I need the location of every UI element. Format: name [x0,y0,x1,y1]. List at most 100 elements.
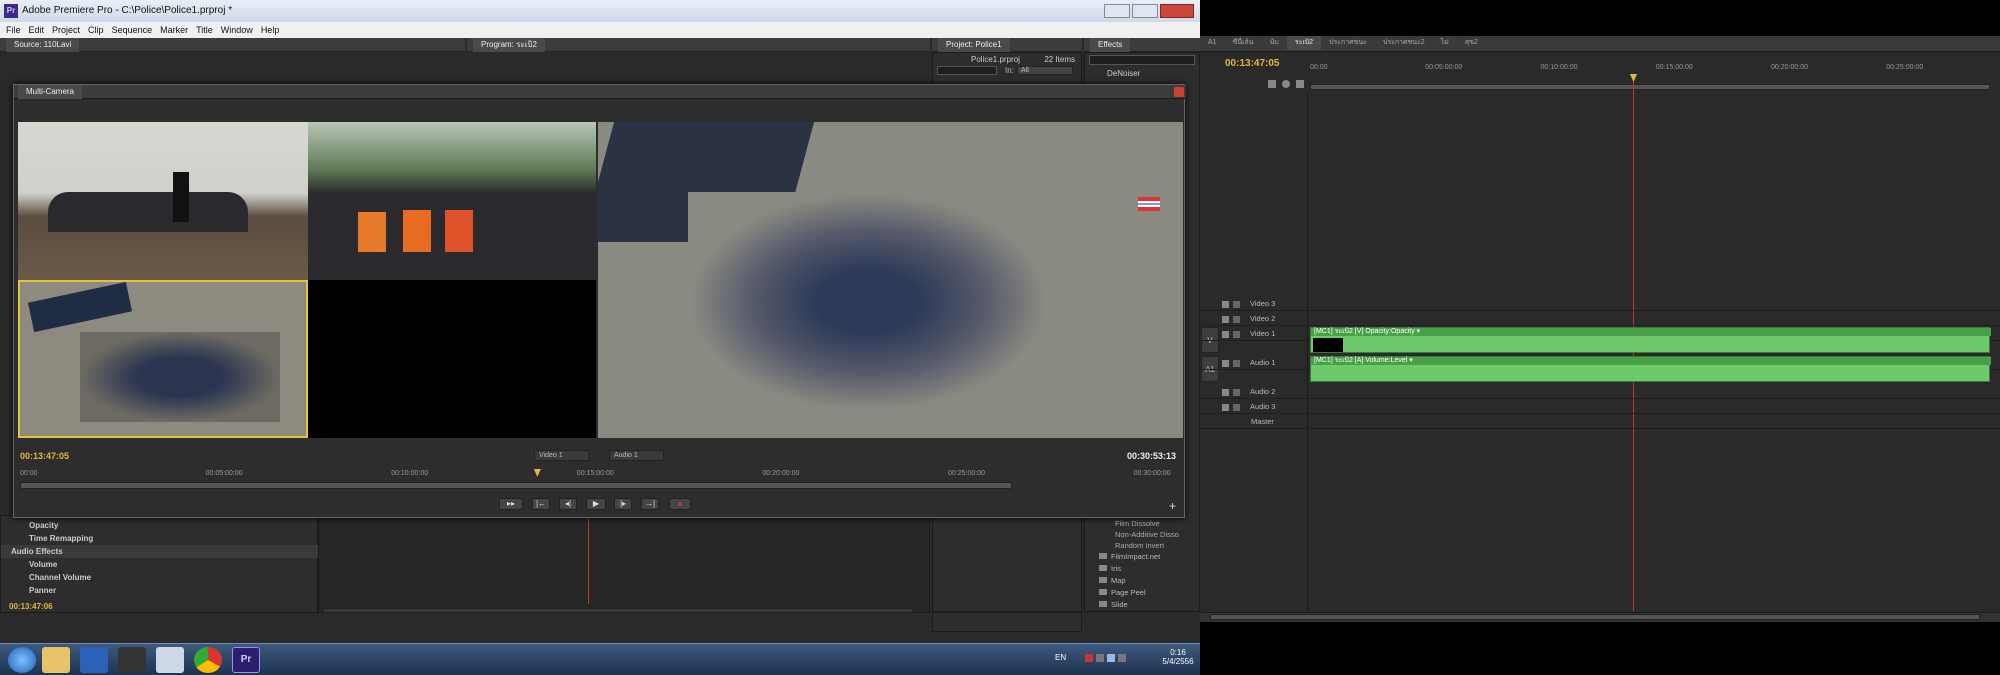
clock[interactable]: 0:16 5/4/2556 [1160,648,1196,666]
network-icon[interactable] [1096,653,1104,662]
menu-item-help[interactable]: Help [261,25,280,35]
menu-item-edit[interactable]: Edit [29,25,45,35]
effect-folder[interactable]: FilmImpact.net [1085,551,1200,563]
camera-1-view[interactable] [18,122,308,280]
volume-icon[interactable] [1107,653,1115,662]
effect-controls-playhead[interactable] [588,516,589,604]
video-track-select[interactable]: Video 1 [534,450,589,461]
tab-project[interactable]: Project: Police1 [938,38,1010,52]
tab-source[interactable]: Source: 110Lavi [6,38,80,52]
effects-search-input[interactable] [1089,55,1195,65]
lock-icon[interactable] [1233,315,1240,323]
effect-item[interactable]: Film Dissolve [1085,518,1200,529]
lock-icon[interactable] [1233,330,1240,338]
effect-control-row[interactable]: Channel Volume [1,571,329,584]
timeline-tab[interactable]: ประกาศชนะ2 [1375,36,1433,50]
effect-folder[interactable]: Map [1085,575,1200,587]
effects-denoiser[interactable]: DeNoiser [1107,69,1140,78]
media-player-icon[interactable] [118,647,146,673]
camera-3-view-active[interactable] [18,280,308,438]
timeline-timecode[interactable]: 00:13:47:05 [1225,58,1279,69]
speaker-icon[interactable] [1222,388,1229,396]
step-back-button[interactable]: ◂| [559,498,577,510]
timeline-tab[interactable]: สุข2 [1457,36,1486,50]
menu-item-marker[interactable]: Marker [160,25,188,35]
play-button[interactable]: ▶ [586,498,606,510]
document-icon[interactable] [156,647,184,673]
timeline-work-area-bar[interactable] [1310,84,1990,90]
effect-control-row[interactable]: Time Remapping [1,532,329,545]
project-search-input[interactable] [937,66,997,75]
close-button[interactable] [1160,4,1194,18]
timeline-tab[interactable]: ประกาศชนะ [1321,36,1375,50]
tab-multi-camera[interactable]: Multi-Camera [18,85,83,99]
add-marker-icon[interactable] [1282,80,1290,88]
menu-item-title[interactable]: Title [196,25,213,35]
effect-control-row[interactable]: Audio Effects [1,545,329,558]
camera-4-view-empty[interactable] [308,280,596,438]
timeline-tab[interactable]: นับ [1262,36,1287,50]
tab-effects[interactable]: Effects [1090,38,1131,52]
effect-controls-scrollbar[interactable] [323,608,913,613]
multicam-time-ruler[interactable]: 00:00 00:05:00:00 00:10:00:00 00:15:00:00 00… [20,470,1180,480]
eye-icon[interactable] [1222,330,1229,338]
track-header[interactable]: Video 1 [1222,327,1308,340]
language-indicator[interactable]: EN [1055,653,1066,662]
effect-control-row[interactable]: Opacity [1,519,329,532]
menu-item-window[interactable]: Window [221,25,253,35]
lock-icon[interactable] [1233,403,1240,411]
timeline-zoom-scrollbar[interactable] [1210,614,1980,620]
set-encore-marker-icon[interactable] [1296,80,1304,88]
track-header[interactable]: Video 2 [1222,312,1308,325]
menu-item-file[interactable]: File [6,25,21,35]
play-in-to-out-button[interactable]: ▸▸ [499,498,523,510]
timeline-tab[interactable]: ไม่ [1433,36,1457,50]
timeline-tab[interactable]: ซีนี่เล้น [1225,36,1262,50]
camera-2-view[interactable] [308,122,596,280]
menu-item-sequence[interactable]: Sequence [112,25,153,35]
effect-item[interactable]: Random Invert [1085,540,1200,551]
effect-item[interactable]: Non-Additive Disso [1085,529,1200,540]
close-icon[interactable] [1174,87,1184,97]
eye-icon[interactable] [1222,315,1229,323]
snap-icon[interactable] [1268,80,1276,88]
chrome-icon[interactable] [194,647,222,673]
menu-item-clip[interactable]: Clip [88,25,104,35]
multicam-zoom-scrollbar[interactable] [20,482,1012,489]
timeline-tab[interactable]: A1 [1200,36,1225,50]
effect-folder[interactable]: Iris [1085,563,1200,575]
project-in-select[interactable]: All [1017,66,1073,75]
track-header[interactable]: Master [1222,415,1308,428]
windows-start-icon[interactable] [8,647,36,673]
eye-icon[interactable] [1222,300,1229,308]
file-explorer-icon[interactable] [42,647,70,673]
flag-icon[interactable] [1085,653,1093,662]
timeline-tab[interactable]: ระเบิ2 [1286,36,1322,50]
audio-clip[interactable]: [MC1] ระเบิ2 [A] Volume:Level ▾ [1310,356,1991,382]
track-header[interactable]: Audio 2 [1222,385,1308,398]
multicam-timecode-current[interactable]: 00:13:47:05 [20,451,69,461]
timeline-playhead-handle[interactable] [1630,74,1637,82]
lock-icon[interactable] [1233,300,1240,308]
audio-track-select[interactable]: Audio 1 [609,450,664,461]
record-button[interactable]: ● [669,498,691,510]
premiere-icon[interactable]: Pr [232,647,260,673]
effect-folder[interactable]: Page Peel [1085,587,1200,599]
go-to-out-button[interactable]: →| [641,498,659,510]
minimize-button[interactable] [1104,4,1130,18]
step-forward-button[interactable]: |▸ [614,498,632,510]
track-header[interactable]: Audio 1 [1222,356,1308,369]
lock-icon[interactable] [1233,359,1240,367]
track-header[interactable]: Audio 3 [1222,400,1308,413]
speaker-icon[interactable] [1222,359,1229,367]
effect-folder[interactable]: Slide [1085,599,1200,611]
menu-item-project[interactable]: Project [52,25,80,35]
timeline-time-ruler[interactable]: 00:00 00:05:00:00 00:10:00:00 00:15:00:00 00… [1310,64,1990,76]
tray-icon[interactable] [1118,653,1126,662]
maximize-button[interactable] [1132,4,1158,18]
lock-icon[interactable] [1233,388,1240,396]
video-clip[interactable]: [MC1] ระเบิ2 [V] Opacity:Opacity ▾ [1310,327,1991,353]
tab-program[interactable]: Program: ระเบิ2 [473,38,545,52]
effect-control-row[interactable]: Volume [1,558,329,571]
speaker-icon[interactable] [1222,403,1229,411]
